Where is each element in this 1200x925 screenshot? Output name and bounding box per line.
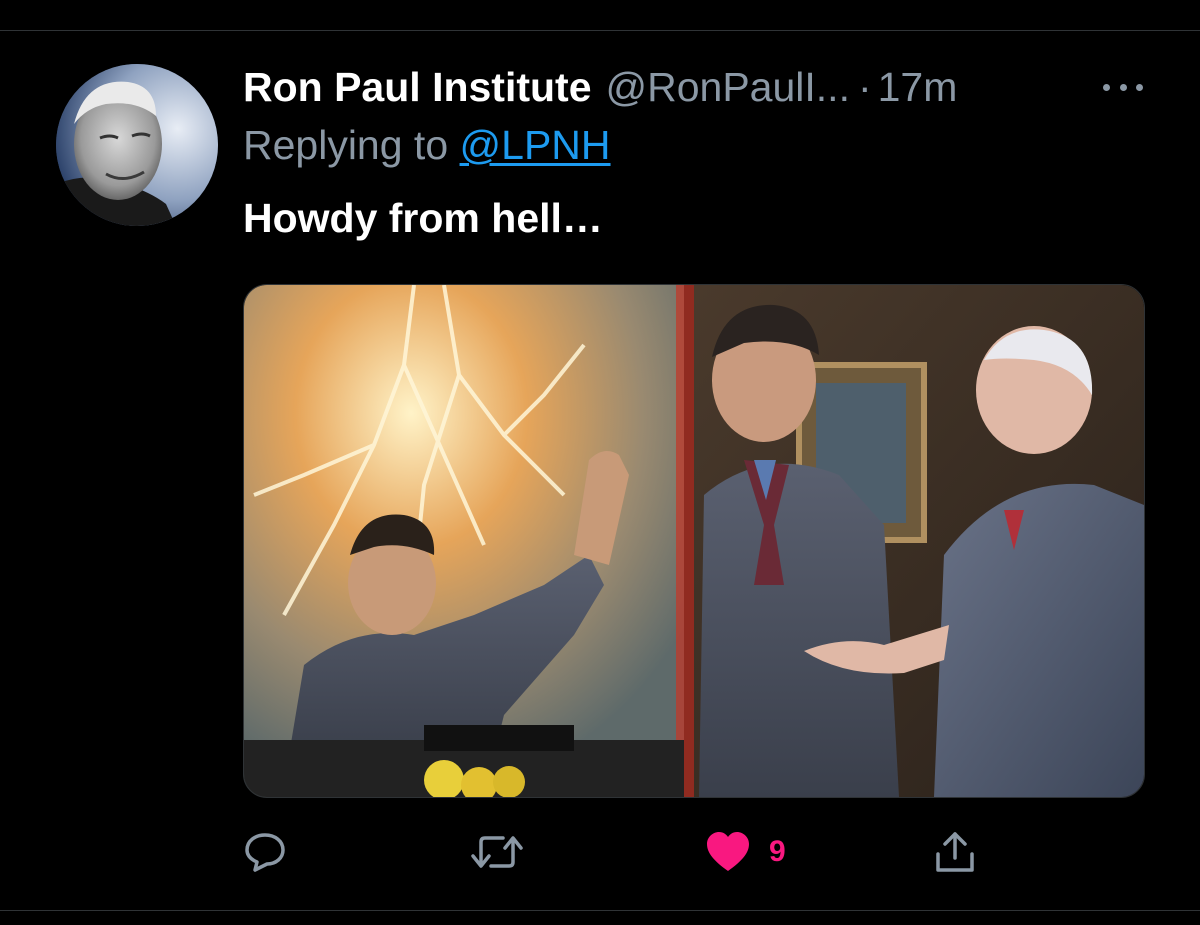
retweet-icon <box>471 836 523 868</box>
tweet-text: Howdy from hell… <box>243 195 603 241</box>
more-dot <box>1103 83 1110 91</box>
tweet-body: Ron Paul Institute @RonPaulI... · 17m Re… <box>243 58 1143 247</box>
user-handle[interactable]: @RonPaulI... <box>606 58 850 116</box>
display-name[interactable]: Ron Paul Institute <box>243 58 592 116</box>
media-photo <box>244 285 1144 797</box>
tweet-media[interactable] <box>243 284 1145 798</box>
bottom-divider <box>0 910 1200 911</box>
heart-icon <box>707 832 749 871</box>
replying-to: Replying to @LPNH <box>243 116 1143 174</box>
share-button[interactable] <box>933 824 977 880</box>
tweet-header: Ron Paul Institute @RonPaulI... · 17m <box>243 58 1143 116</box>
like-count: 9 <box>769 835 786 868</box>
replying-prefix: Replying to <box>243 122 449 168</box>
like-button[interactable]: 9 <box>705 824 786 880</box>
more-dot <box>1119 83 1127 91</box>
top-divider <box>0 30 1200 31</box>
more-dot <box>1136 83 1143 91</box>
avatar[interactable] <box>56 64 218 226</box>
share-icon <box>936 832 974 872</box>
mention-link[interactable]: @LPNH <box>460 122 611 168</box>
action-bar: 9 <box>243 824 1003 880</box>
more-options-icon[interactable] <box>1103 72 1143 102</box>
separator-dot: · <box>857 64 872 110</box>
reply-button[interactable] <box>243 824 287 880</box>
retweet-button[interactable] <box>469 824 525 880</box>
avatar-photo <box>56 64 218 226</box>
timestamp[interactable]: 17m <box>878 58 958 116</box>
reply-icon <box>245 833 285 872</box>
